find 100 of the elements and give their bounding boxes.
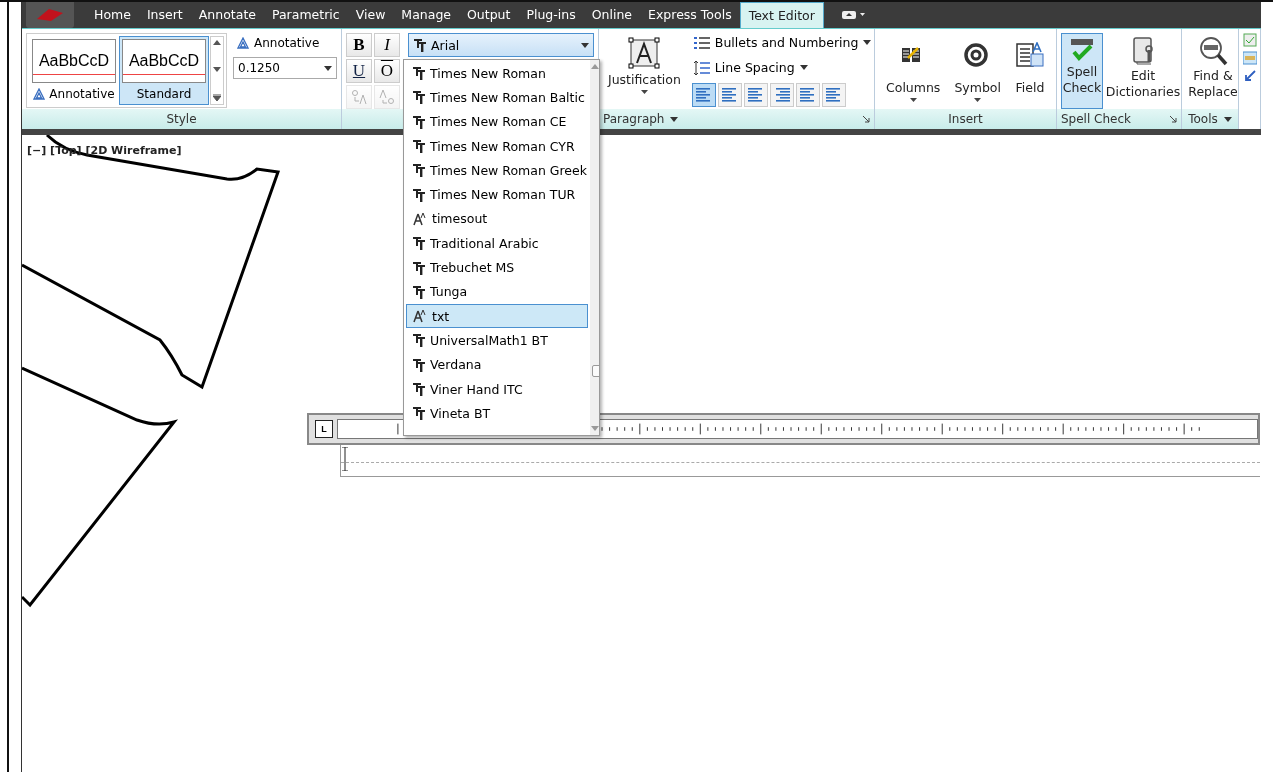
annotative-toggle[interactable]: Annotative <box>233 33 337 53</box>
style-option[interactable]: AaBbCcD Standard <box>119 36 209 105</box>
font-option[interactable]: timesout <box>406 206 588 232</box>
truetype-font-icon <box>412 333 426 348</box>
magnifier-icon <box>1198 36 1228 66</box>
superscript-icon <box>351 89 367 105</box>
italic-button[interactable]: I <box>374 33 400 57</box>
line-spacing-button[interactable]: Line Spacing <box>691 58 874 77</box>
panel-title[interactable]: Paragraph <box>603 112 665 126</box>
ribbon-tab[interactable]: Plug-ins <box>518 2 584 28</box>
font-option[interactable]: UniversalMath1 BT <box>406 328 588 353</box>
alignment-button[interactable] <box>691 83 716 107</box>
truetype-font-icon <box>413 38 427 52</box>
alignment-button[interactable] <box>743 83 768 107</box>
dialog-launcher-icon[interactable] <box>1169 115 1177 123</box>
gallery-scroller[interactable] <box>210 36 224 105</box>
justification-button[interactable]: Justification <box>603 33 686 109</box>
bold-button[interactable]: B <box>346 33 372 57</box>
bullets-button[interactable]: Bullets and Numbering <box>691 33 874 52</box>
undo-icon[interactable] <box>1243 69 1257 83</box>
edit-dictionaries-button[interactable]: Edit Dictionaries <box>1105 33 1181 109</box>
text-height-field[interactable]: 0.1250 <box>233 57 337 79</box>
text-input-area[interactable] <box>340 445 1260 477</box>
font-option[interactable]: Times New Roman Baltic <box>406 85 588 110</box>
insert-button[interactable]: Columns <box>881 33 946 109</box>
ribbon-tab[interactable]: Manage <box>393 2 459 28</box>
dialog-launcher-icon[interactable] <box>862 115 870 123</box>
insert-button[interactable]: Field <box>1009 33 1050 109</box>
annotative-icon <box>237 37 249 49</box>
align-lines-icon <box>773 88 790 102</box>
align-lines-icon <box>721 88 738 102</box>
font-option[interactable]: Verdana <box>406 352 588 377</box>
caret-icon <box>640 89 648 94</box>
font-option[interactable]: Traditional Arabic <box>406 231 588 256</box>
ribbon-tab[interactable]: Output <box>459 2 519 28</box>
expand-icon[interactable] <box>213 94 221 101</box>
panel-title[interactable]: Style <box>166 112 197 126</box>
style-sample: AaBbCcD <box>32 39 116 83</box>
truetype-font-icon <box>412 236 426 251</box>
truetype-font-icon <box>412 406 426 421</box>
font-option[interactable]: Tunga <box>406 279 588 304</box>
ribbon-toggle-icon[interactable] <box>841 10 866 20</box>
ribbon-tab[interactable]: Text Editor <box>739 2 824 28</box>
align-lines-icon <box>747 88 764 102</box>
annotative-label: Annotative <box>254 36 320 50</box>
caret-icon <box>670 116 679 122</box>
ribbon-tab[interactable]: Home <box>86 2 139 28</box>
ribbon-tab[interactable]: Parametric <box>264 2 348 28</box>
truetype-font-icon <box>412 284 426 299</box>
ribbon-tab[interactable]: Insert <box>138 2 191 28</box>
truetype-font-icon <box>412 260 426 275</box>
style-option[interactable]: AaBbCcD Annotative <box>29 36 119 105</box>
ribbon-tab[interactable]: Annotate <box>190 2 264 28</box>
ribbon-tab[interactable]: Express Tools <box>640 2 740 28</box>
truetype-font-icon <box>412 357 426 372</box>
overline-button[interactable]: O <box>374 59 400 83</box>
up-arrow-icon[interactable] <box>213 40 221 45</box>
bullet-list-icon <box>693 36 710 49</box>
alignment-button[interactable] <box>795 83 820 107</box>
alignment-button[interactable] <box>717 83 742 107</box>
caret-icon <box>581 42 589 48</box>
caret-icon <box>799 65 808 70</box>
font-option[interactable]: Times New Roman Greek <box>406 158 588 183</box>
insert-button[interactable]: Symbol <box>949 33 1006 109</box>
font-option[interactable]: Times New Roman CYR <box>406 133 588 159</box>
truetype-font-icon <box>412 187 426 202</box>
find-replace-button[interactable]: Find & Replace <box>1186 33 1240 109</box>
font-option[interactable]: Viner Hand ITC <box>406 376 588 402</box>
logo-icon <box>35 7 65 23</box>
panel-title[interactable]: Spell Check <box>1061 112 1131 126</box>
font-option[interactable]: Times New Roman CE <box>406 109 588 134</box>
align-lines-icon <box>799 88 816 102</box>
font-option[interactable]: Times New Roman TUR <box>406 182 588 207</box>
truetype-font-icon <box>412 163 426 178</box>
ribbon-tab[interactable]: Online <box>583 2 641 28</box>
down-arrow-icon[interactable] <box>213 67 221 72</box>
font-option[interactable]: Times New Roman <box>406 61 588 86</box>
font-option[interactable]: Trebuchet MS <box>406 255 588 280</box>
style-label: Standard <box>136 87 192 101</box>
style-sample: AaBbCcD <box>122 39 206 83</box>
align-lines-icon <box>825 88 842 102</box>
field-icon <box>1014 42 1045 70</box>
panel-title[interactable]: Tools <box>1188 112 1218 126</box>
tab-type-button[interactable]: L <box>315 420 333 438</box>
font-option[interactable]: Vineta BT <box>406 401 588 426</box>
style-label: Annotative <box>49 87 115 101</box>
truetype-font-icon <box>412 114 426 129</box>
caret-icon <box>863 40 872 45</box>
ribbon-tab[interactable]: View <box>347 2 394 28</box>
panel-title[interactable]: Insert <box>948 112 983 126</box>
spell-check-button[interactable]: Spell Check <box>1061 33 1103 109</box>
truetype-font-icon <box>412 139 426 154</box>
scrollbar[interactable] <box>590 60 599 435</box>
alignment-button[interactable] <box>821 83 846 107</box>
font-field[interactable]: Arial <box>408 33 594 57</box>
font-option[interactable]: txt <box>406 303 588 329</box>
truetype-font-icon <box>412 66 426 81</box>
subscript-icon <box>379 89 395 105</box>
underline-button[interactable]: U <box>346 59 372 83</box>
alignment-button[interactable] <box>769 83 794 107</box>
